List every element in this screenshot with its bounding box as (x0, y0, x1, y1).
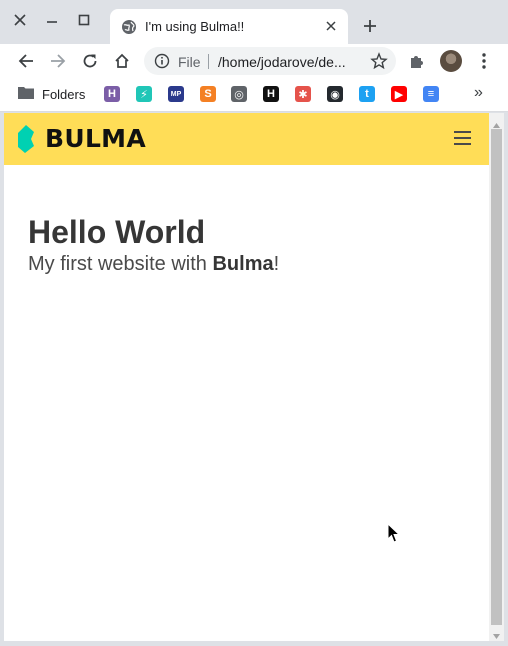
brand-logo[interactable]: BULMA (16, 125, 146, 153)
scroll-up-arrow-icon[interactable] (492, 117, 501, 128)
tab-bar: I'm using Bulma!! (0, 0, 508, 44)
back-arrow-icon[interactable] (16, 51, 36, 71)
mouse-pointer-icon (387, 522, 401, 544)
browser-toolbar: File /home/jodarove/de... (0, 44, 508, 78)
bulma-logo-icon (18, 125, 34, 153)
bookmark-star-icon[interactable] (370, 52, 388, 70)
subtitle-suffix: ! (273, 253, 280, 275)
mp-icon[interactable]: MP (168, 86, 184, 102)
home-icon[interactable] (112, 51, 132, 71)
vertical-scrollbar[interactable] (489, 113, 504, 641)
twitter-icon[interactable]: t (359, 86, 375, 102)
subtitle-prefix: My first website with (28, 253, 213, 275)
divider (208, 54, 209, 69)
more-menu-icon[interactable] (474, 51, 494, 71)
url-text[interactable]: /home/jodarove/de... (218, 54, 346, 70)
google-docs-icon[interactable]: ≡ (423, 86, 439, 102)
brand-text: BULMA (45, 124, 147, 153)
close-window-icon[interactable] (10, 10, 30, 30)
new-tab-icon[interactable] (360, 16, 380, 36)
scheme-label: File (178, 54, 201, 70)
lifebuoy-icon[interactable]: ✱ (295, 86, 311, 102)
github-icon[interactable]: ◉ (327, 86, 343, 102)
tab-close-icon[interactable] (322, 17, 340, 35)
reload-icon[interactable] (80, 51, 100, 71)
bookmark-folder-label[interactable]: Folders (42, 87, 85, 102)
browser-window: I'm using Bulma!! File /home/jodarove/de… (0, 0, 508, 645)
scrollbar-thumb[interactable] (491, 129, 502, 625)
bookmarks-bar: Folders H ⚡ MP S ◎ H ✱ ◉ t ▶ ≡ » (0, 78, 508, 112)
page-viewport: BULMA Hello World My first website with … (4, 113, 489, 641)
hackerrank-icon[interactable]: H (263, 86, 279, 102)
navbar: BULMA (4, 113, 489, 165)
tab-title: I'm using Bulma!! (145, 19, 245, 34)
bookmarks-overflow-icon[interactable]: » (474, 84, 483, 102)
digitalocean-icon[interactable]: ◎ (231, 86, 247, 102)
forward-arrow-icon[interactable] (48, 51, 68, 71)
tab-active[interactable]: I'm using Bulma!! (110, 9, 348, 44)
scroll-down-arrow-icon[interactable] (492, 628, 501, 639)
profile-avatar[interactable] (440, 50, 462, 72)
globe-icon (121, 19, 137, 35)
subtitle-strong: Bulma (212, 253, 274, 275)
extensions-puzzle-icon[interactable] (408, 52, 428, 72)
address-bar[interactable]: File /home/jodarove/de... (144, 47, 396, 75)
maximize-window-icon[interactable] (74, 10, 94, 30)
youtube-icon[interactable]: ▶ (391, 86, 407, 102)
folder-icon[interactable] (18, 86, 34, 99)
heroku-icon[interactable]: H (104, 86, 120, 102)
info-icon[interactable] (154, 53, 170, 69)
page-title: Hello World (28, 214, 206, 250)
netlify-icon[interactable]: ⚡ (136, 86, 152, 102)
stackoverflow-icon[interactable]: S (200, 86, 216, 102)
minimize-window-icon[interactable] (42, 10, 62, 30)
hero-section: Hello World My first website with Bulma! (28, 213, 279, 277)
page-subtitle: My first website with Bulma! (28, 251, 279, 277)
hamburger-menu-icon[interactable] (454, 131, 471, 145)
